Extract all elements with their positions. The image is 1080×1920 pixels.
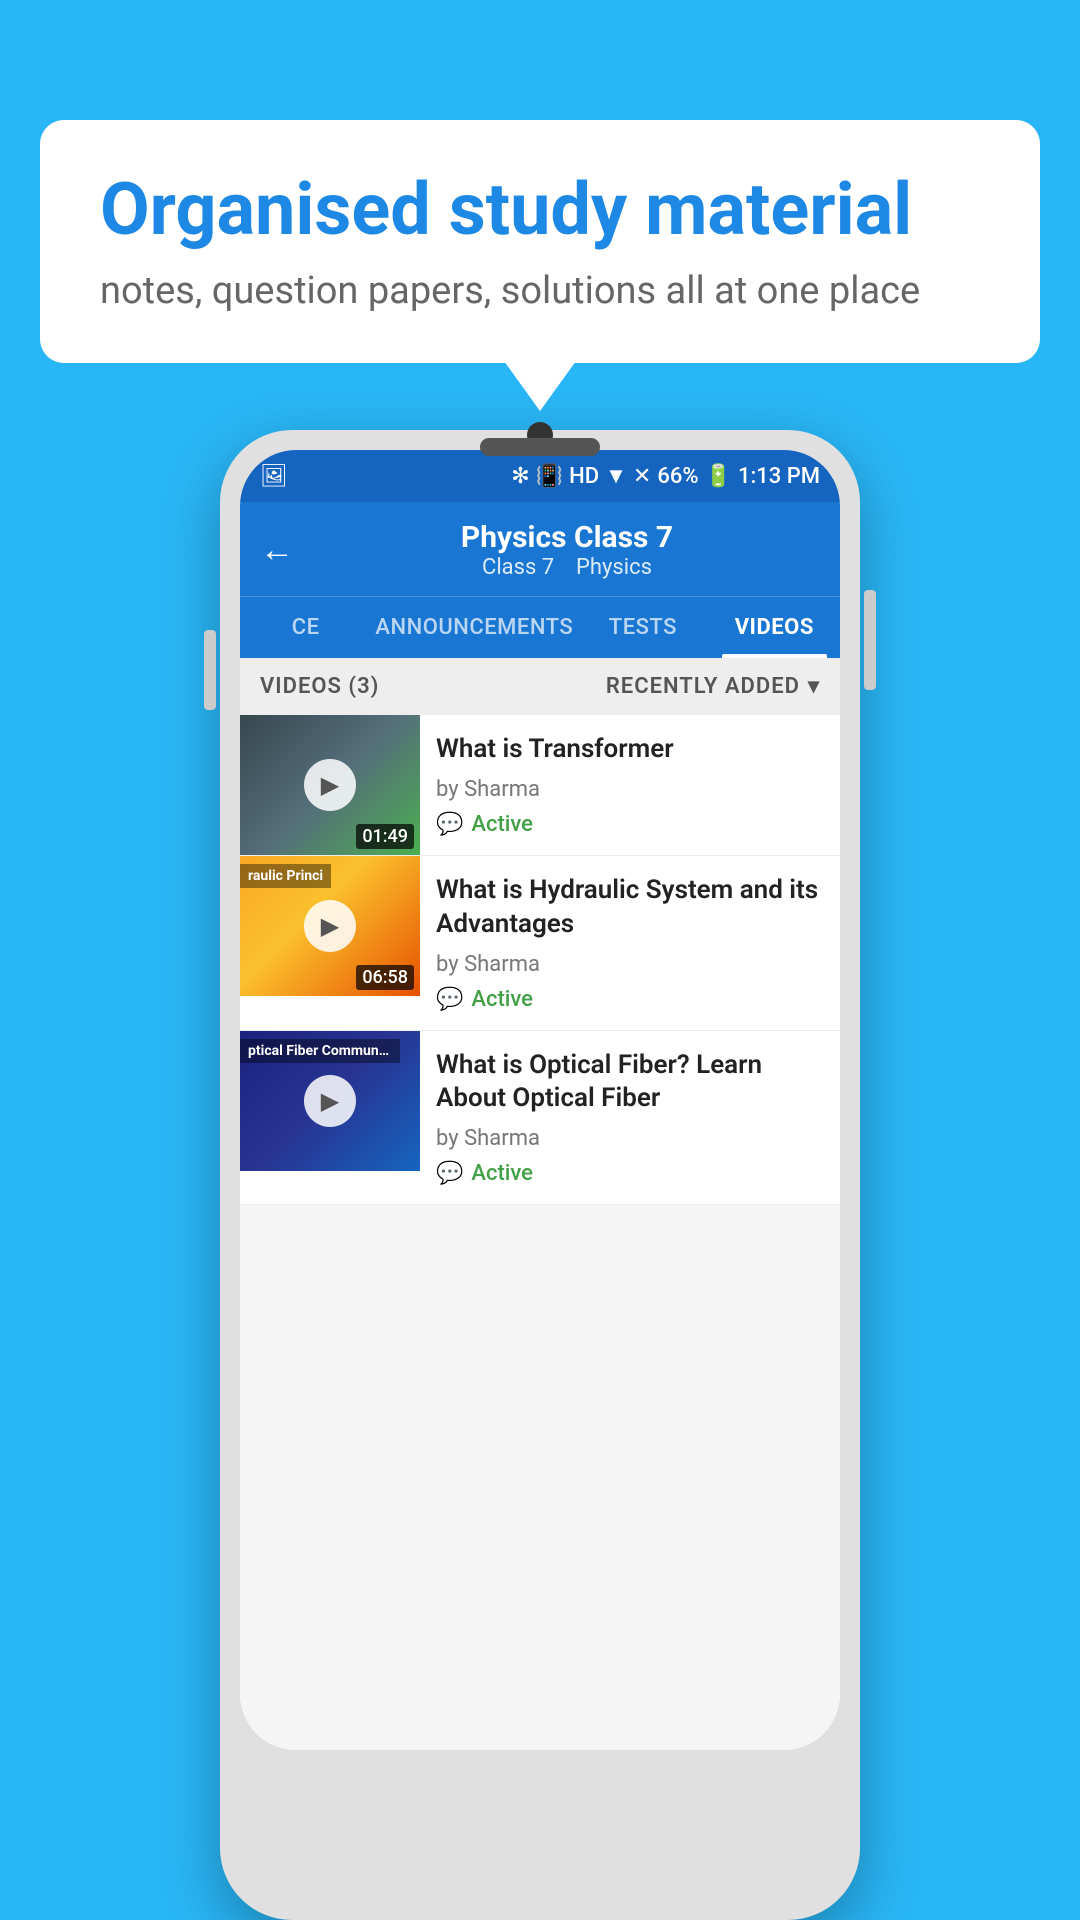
app-bar-title: Physics Class 7 bbox=[314, 520, 820, 555]
speech-bubble-title: Organised study material bbox=[100, 170, 980, 249]
thumb-overlay-3: ptical Fiber Communicati bbox=[240, 1039, 400, 1063]
time-display: 1:13 PM bbox=[738, 464, 820, 489]
video-item-1[interactable]: ▶ 01:49 What is Transformer by Sharma 💬 … bbox=[240, 715, 840, 856]
video-author-3: by Sharma bbox=[436, 1126, 824, 1151]
status-label-2: Active bbox=[471, 987, 533, 1012]
chat-icon-3: 💬 bbox=[436, 1161, 463, 1186]
speech-bubble: Organised study material notes, question… bbox=[40, 120, 1040, 363]
video-status-3: 💬 Active bbox=[436, 1161, 824, 1186]
chat-icon-2: 💬 bbox=[436, 987, 463, 1012]
bluetooth-icon: ✻ bbox=[511, 464, 529, 489]
video-title-3: What is Optical Fiber? Learn About Optic… bbox=[436, 1049, 824, 1117]
image-icon: 🖼 bbox=[260, 464, 288, 489]
wifi-icon: ▼ bbox=[605, 463, 627, 489]
app-bar: ← Physics Class 7 Class 7 Physics bbox=[240, 502, 840, 596]
video-info-2: What is Hydraulic System and its Advanta… bbox=[420, 856, 840, 1030]
app-screen: 🖼 ✻ 📳 HD ▼ ✕ 66% 🔋 1:13 PM ← bbox=[240, 450, 840, 1750]
speech-bubble-subtitle: notes, question papers, solutions all at… bbox=[100, 269, 980, 313]
vibrate-icon: 📳 bbox=[536, 464, 563, 489]
video-title-2: What is Hydraulic System and its Advanta… bbox=[436, 874, 824, 942]
status-right: ✻ 📳 HD ▼ ✕ 66% 🔋 1:13 PM bbox=[511, 463, 820, 489]
subject-label: Physics bbox=[576, 555, 652, 580]
video-author-1: by Sharma bbox=[436, 777, 824, 802]
speech-bubble-container: Organised study material notes, question… bbox=[40, 120, 1040, 363]
videos-count: VIDEOS (3) bbox=[260, 674, 379, 699]
tab-tests[interactable]: TESTS bbox=[577, 597, 708, 658]
video-author-2: by Sharma bbox=[436, 952, 824, 977]
status-bar: 🖼 ✻ 📳 HD ▼ ✕ 66% 🔋 1:13 PM bbox=[240, 450, 840, 502]
back-button[interactable]: ← bbox=[260, 530, 294, 570]
phone-button-left bbox=[204, 630, 216, 710]
chat-icon-1: 💬 bbox=[436, 812, 463, 837]
play-button-1[interactable]: ▶ bbox=[304, 759, 356, 811]
tab-videos[interactable]: VIDEOS bbox=[709, 597, 840, 658]
thumb-overlay-2: raulic Princi bbox=[240, 864, 331, 888]
signal-icon: ✕ bbox=[633, 464, 651, 489]
class-label: Class 7 bbox=[482, 555, 554, 580]
video-item-3[interactable]: ptical Fiber Communicati ▶ What is Optic… bbox=[240, 1031, 840, 1206]
tabs-bar: CE ANNOUNCEMENTS TESTS VIDEOS bbox=[240, 596, 840, 658]
hd-badge: HD bbox=[569, 464, 599, 489]
status-label-1: Active bbox=[471, 812, 533, 837]
status-left: 🖼 bbox=[260, 464, 288, 489]
video-thumb-1: ▶ 01:49 bbox=[240, 715, 420, 855]
chevron-down-icon: ▾ bbox=[808, 674, 820, 699]
phone-container: 🖼 ✻ 📳 HD ▼ ✕ 66% 🔋 1:13 PM ← bbox=[60, 430, 1020, 1920]
video-info-1: What is Transformer by Sharma 💬 Active bbox=[420, 715, 840, 855]
phone-mockup: 🖼 ✻ 📳 HD ▼ ✕ 66% 🔋 1:13 PM ← bbox=[220, 430, 860, 1920]
battery-percent: 66% bbox=[657, 464, 698, 489]
video-status-2: 💬 Active bbox=[436, 987, 824, 1012]
tab-ce[interactable]: CE bbox=[240, 597, 371, 658]
video-thumb-2: raulic Princi ▶ 06:58 bbox=[240, 856, 420, 996]
battery-icon: 🔋 bbox=[705, 464, 732, 489]
sort-button[interactable]: RECENTLY ADDED ▾ bbox=[606, 674, 820, 699]
sort-label: RECENTLY ADDED bbox=[606, 674, 800, 699]
duration-badge-1: 01:49 bbox=[356, 824, 414, 849]
video-thumb-3: ptical Fiber Communicati ▶ bbox=[240, 1031, 420, 1171]
video-item-2[interactable]: raulic Princi ▶ 06:58 What is Hydraulic … bbox=[240, 856, 840, 1031]
phone-button-right bbox=[864, 590, 876, 690]
play-button-2[interactable]: ▶ bbox=[304, 900, 356, 952]
play-button-3[interactable]: ▶ bbox=[304, 1075, 356, 1127]
status-label-3: Active bbox=[471, 1161, 533, 1186]
phone-speaker bbox=[480, 438, 600, 456]
video-title-1: What is Transformer bbox=[436, 733, 824, 767]
video-info-3: What is Optical Fiber? Learn About Optic… bbox=[420, 1031, 840, 1205]
videos-header: VIDEOS (3) RECENTLY ADDED ▾ bbox=[240, 658, 840, 715]
app-bar-subtitle: Class 7 Physics bbox=[314, 555, 820, 580]
phone-screen: 🖼 ✻ 📳 HD ▼ ✕ 66% 🔋 1:13 PM ← bbox=[240, 450, 840, 1750]
video-list: ▶ 01:49 What is Transformer by Sharma 💬 … bbox=[240, 715, 840, 1205]
video-status-1: 💬 Active bbox=[436, 812, 824, 837]
thumb-bg-optical: ptical Fiber Communicati ▶ bbox=[240, 1031, 420, 1171]
duration-badge-2: 06:58 bbox=[356, 965, 414, 990]
tab-announcements[interactable]: ANNOUNCEMENTS bbox=[371, 597, 577, 658]
app-bar-title-area: Physics Class 7 Class 7 Physics bbox=[314, 520, 820, 580]
